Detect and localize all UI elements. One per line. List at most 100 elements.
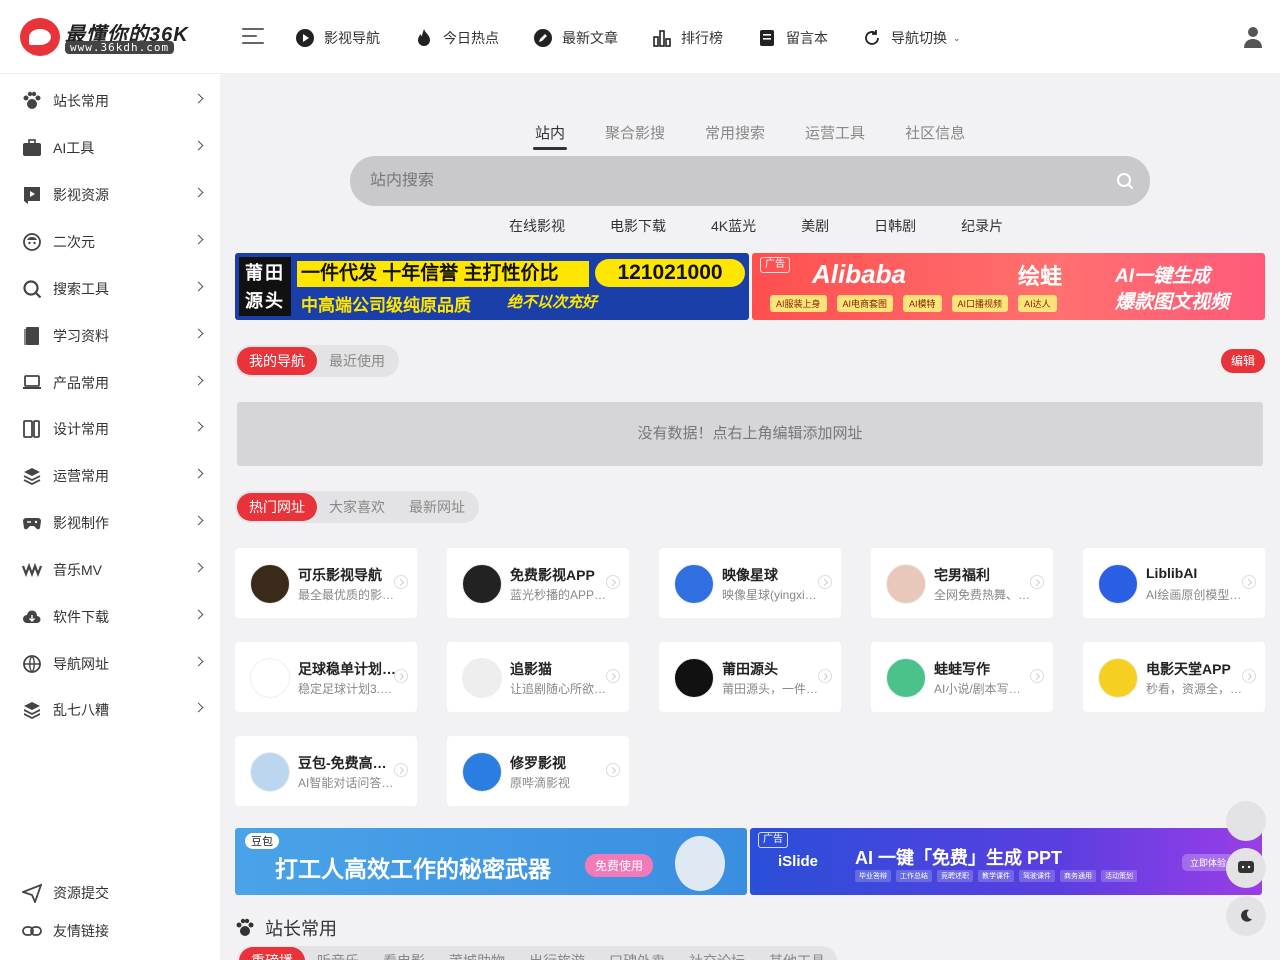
site-card[interactable]: 可乐影视导航最全最优质的影视导航: [235, 548, 417, 618]
tab-community[interactable]: 社区信息: [905, 122, 965, 150]
tab-site[interactable]: 站内: [532, 122, 568, 150]
site-card[interactable]: 足球稳单计划网站稳定足球计划3.0版: [235, 642, 417, 712]
site-card[interactable]: 蛙蛙写作 AI小说/剧本写作工具: [871, 642, 1053, 712]
menu-toggle-icon[interactable]: [242, 28, 264, 46]
nav-item-articles[interactable]: 最新文章: [533, 26, 618, 50]
sidebar-footer-item[interactable]: 友情链接: [22, 916, 202, 946]
back-to-top-button[interactable]: [1226, 801, 1266, 841]
sidebar-item[interactable]: 导航网址: [22, 649, 204, 679]
sidebar-item[interactable]: 学习资料: [22, 321, 204, 351]
sidebar-footer-item[interactable]: 资源提交: [22, 878, 202, 908]
nav-item-hot[interactable]: 今日热点: [414, 26, 499, 50]
ad-tag: 广告: [760, 257, 790, 273]
search-icon[interactable]: [1115, 171, 1135, 191]
tab-hot-sites[interactable]: 热门网址: [237, 493, 317, 521]
nav-switch-dropdown[interactable]: 导航切换 ⌄: [862, 26, 961, 50]
sidebar-footer-label: 友情链接: [53, 923, 109, 939]
arrow-right-circle-icon[interactable]: [818, 575, 832, 589]
arrow-right-circle-icon[interactable]: [818, 669, 832, 683]
sidebar-item[interactable]: 二次元: [22, 227, 204, 257]
arrow-right-circle-icon[interactable]: [394, 669, 408, 683]
tab-common-search[interactable]: 常用搜索: [705, 122, 765, 150]
site-card[interactable]: 免费影视APP 蓝光秒播的APP影视: [447, 548, 629, 618]
sidebar-item-label: 乱七八糟: [53, 702, 109, 718]
arrow-right-circle-icon[interactable]: [394, 575, 408, 589]
sidebar-item[interactable]: AI工具: [22, 133, 204, 163]
design-ruler-icon: [23, 420, 40, 438]
edit-button[interactable]: 编辑: [1221, 349, 1265, 373]
fire-icon: [418, 29, 430, 46]
section-tab[interactable]: 看电影: [371, 947, 437, 960]
ad-banner-putian[interactable]: 莆田源头 一件代发 十年信誉 主打性价比 121021000 中高端公司级纯原品…: [235, 253, 749, 320]
site-card[interactable]: 豆包-免费高效AI助手 AI智能对话问答助手: [235, 736, 417, 806]
section-tab[interactable]: 出行旅游: [517, 947, 597, 960]
section-tab[interactable]: 社交论坛: [677, 947, 757, 960]
site-card[interactable]: 追影猫让追剧随心所欲的影视: [447, 642, 629, 712]
nav-item-ranking[interactable]: 排行榜: [652, 26, 723, 50]
sidebar-item[interactable]: 影视制作: [22, 508, 204, 538]
search-input[interactable]: [370, 172, 1090, 190]
quick-link[interactable]: 4K蓝光: [711, 216, 756, 236]
sidebar-item[interactable]: 搜索工具: [22, 274, 204, 304]
ad-banner-alibaba[interactable]: 广告 Alibaba 绘蛙 AI一键生成 爆款图文视频 AI服装上身 AI电商套图…: [752, 253, 1265, 320]
arrow-right-circle-icon[interactable]: [1030, 669, 1044, 683]
sidebar-item[interactable]: 产品常用: [22, 368, 204, 398]
sidebar-item[interactable]: 运营常用: [22, 461, 204, 491]
sidebar-item[interactable]: 乱七八糟: [22, 695, 204, 725]
refresh-icon: [865, 30, 879, 45]
site-card[interactable]: 莆田源头 莆田源头，一件代发: [659, 642, 841, 712]
banner-slogan2: 爆款图文视频: [1115, 292, 1230, 313]
site-card[interactable]: 映像星球 映像星球(yingxiang): [659, 548, 841, 618]
sidebar-item[interactable]: 音乐MV: [22, 555, 204, 585]
site-card[interactable]: 电影天堂APP 秒看，资源全，更新快: [1083, 642, 1265, 712]
arrow-right-circle-icon[interactable]: [606, 763, 620, 777]
tab-popular[interactable]: 大家喜欢: [317, 493, 397, 521]
site-card-title: 修罗影视: [510, 755, 566, 771]
quick-link[interactable]: 日韩剧: [874, 216, 916, 236]
theme-toggle-button[interactable]: [1226, 896, 1266, 936]
arrow-right-circle-icon[interactable]: [606, 575, 620, 589]
sidebar-item[interactable]: 软件下载: [22, 602, 204, 632]
banner-chip: AI口播视频: [951, 295, 1009, 312]
banner-slogan1: AI一键生成: [1115, 266, 1211, 287]
nav-item-guestbook[interactable]: 留言本: [757, 26, 828, 50]
arrow-right-circle-icon[interactable]: [394, 763, 408, 777]
user-icon[interactable]: [1243, 26, 1263, 48]
section-tab[interactable]: 莆城助物: [437, 947, 517, 960]
arrow-right-circle-icon[interactable]: [1030, 575, 1044, 589]
ad-banner-doubao[interactable]: 豆包 打工人高效工作的秘密武器 免费使用: [235, 828, 747, 895]
site-card[interactable]: LiblibAI AI绘画原创模型社区: [1083, 548, 1265, 618]
sidebar-item[interactable]: 站长常用: [22, 86, 204, 116]
arrow-right-circle-icon[interactable]: [1242, 575, 1256, 589]
globe-icon: [23, 655, 41, 673]
chat-button[interactable]: [1226, 848, 1266, 888]
quick-link[interactable]: 纪录片: [961, 216, 1003, 236]
sidebar-item[interactable]: 设计常用: [22, 414, 204, 444]
sidebar-item[interactable]: 影视资源: [22, 180, 204, 210]
sidebar-item-label: 二次元: [53, 234, 95, 250]
section-tab[interactable]: 其他工具: [757, 947, 837, 960]
site-icon: [462, 564, 502, 604]
tab-my-nav[interactable]: 我的导航: [237, 347, 317, 375]
empty-message: 没有数据！点右上角编辑添加网址: [237, 402, 1263, 466]
site-card[interactable]: 宅男福利 全网免费热舞、福利: [871, 548, 1053, 618]
site-card[interactable]: 修罗影视 原哔滴影视: [447, 736, 629, 806]
site-logo[interactable]: 最懂你的36K www.36kdh.com: [20, 18, 210, 58]
arrow-right-circle-icon[interactable]: [1242, 669, 1256, 683]
tab-aggregate-search[interactable]: 聚合影搜: [605, 122, 665, 150]
quick-link[interactable]: 电影下载: [610, 216, 666, 236]
tab-recent[interactable]: 最近使用: [317, 347, 397, 375]
arrow-right-circle-icon[interactable]: [606, 669, 620, 683]
quick-link[interactable]: 在线影视: [509, 216, 565, 236]
ad-banner-islide[interactable]: 广告 iSlide AI 一键「免费」生成 PPT 毕业答辩 工作总结 竞聘述职 教学…: [750, 828, 1262, 895]
tab-newest[interactable]: 最新网址: [397, 493, 477, 521]
gamepad-icon: [23, 518, 41, 530]
section-tab[interactable]: 口碑外卖: [597, 947, 677, 960]
quick-link[interactable]: 美剧: [801, 216, 829, 236]
nav-item-movies[interactable]: 影视导航: [295, 26, 380, 50]
banner-chip: 竞聘述职: [937, 870, 973, 882]
section-tab[interactable]: 听音乐: [305, 947, 371, 960]
banner-brand-doubao: 豆包: [245, 833, 279, 849]
section-tab[interactable]: 重磅播: [239, 947, 305, 960]
tab-ops-tools[interactable]: 运营工具: [805, 122, 865, 150]
